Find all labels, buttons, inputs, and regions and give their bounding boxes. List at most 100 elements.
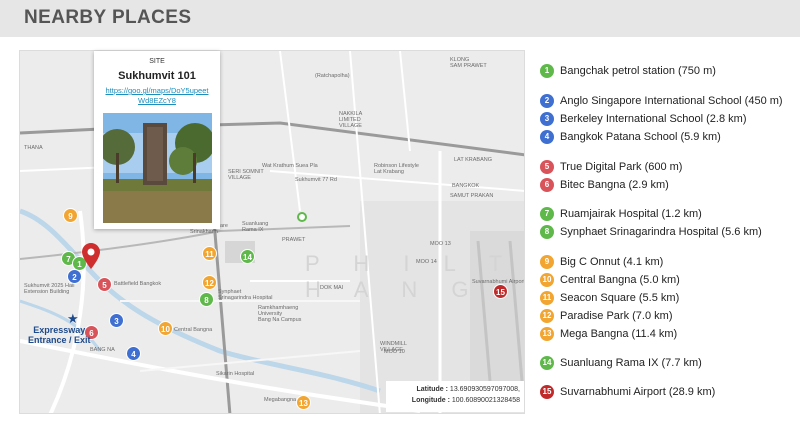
site-popup: SITE Sukhumvit 101 https://goo.gl/maps/D…: [94, 51, 220, 229]
map-marker-9[interactable]: 9: [63, 208, 78, 223]
map-marker-14[interactable]: 14: [240, 249, 255, 264]
map-label: MOO 13: [430, 241, 451, 247]
map-marker-10[interactable]: 10: [158, 321, 173, 336]
list-item[interactable]: 15 Suvarnabhumi Airport (28.9 km): [540, 385, 715, 399]
popup-map-link[interactable]: https://goo.gl/maps/DoY5upeetWd8EZcY8: [102, 86, 212, 106]
place-label: Berkeley International School (2.8 km): [560, 113, 747, 125]
coordinates-box: Latitude : 13.690930597097008, Longitude…: [386, 381, 524, 412]
latitude-row: Latitude : 13.690930597097008,: [390, 384, 520, 395]
map-label: THANA: [24, 145, 43, 151]
map-marker-11[interactable]: 11: [202, 246, 217, 261]
map-label: Megabangna: [264, 397, 297, 403]
place-number-badge: 14: [540, 356, 554, 370]
place-label: Bitec Bangna (2.9 km): [560, 179, 669, 191]
map-marker-4[interactable]: 4: [126, 346, 141, 361]
place-number-badge: 3: [540, 112, 554, 126]
place-number-badge: 10: [540, 273, 554, 287]
list-item[interactable]: 12 Paradise Park (7.0 km): [540, 309, 672, 323]
map-marker-8[interactable]: 8: [199, 292, 214, 307]
list-item[interactable]: 2 Anglo Singapore International School (…: [540, 94, 783, 108]
place-number-badge: 7: [540, 207, 554, 221]
place-number-badge: 13: [540, 327, 554, 341]
place-label: Mega Bangna (11.4 km): [560, 328, 678, 340]
site-photo: [103, 113, 212, 223]
map-label: Ramkhamhaeng University Bang Na Campus: [258, 305, 302, 323]
place-label: Paradise Park (7.0 km): [560, 310, 673, 322]
place-number-badge: 2: [540, 94, 554, 108]
list-item[interactable]: 9 Big C Onnut (4.1 km): [540, 255, 663, 269]
map-label: Robinson Lifestyle Lat Krabang: [374, 163, 419, 175]
list-item[interactable]: 8 Synphaet Srinagarindra Hospital (5.6 k…: [540, 225, 762, 239]
map-label: Sikarin Hospital: [216, 371, 255, 377]
place-number-badge: 9: [540, 255, 554, 269]
place-label: Suanluang Rama IX (7.7 km): [560, 357, 702, 369]
popup-site-label: SITE: [149, 58, 165, 65]
map-label: SERI SOMNIT VILLAGE: [228, 169, 264, 181]
map-marker-3[interactable]: 3: [109, 313, 124, 328]
map-label: MOO 14: [416, 259, 437, 265]
latitude-value: 13.690930597097008,: [449, 386, 520, 393]
map-watermark: P H I L T H A N G: [305, 251, 516, 302]
map-label: Central Bangna: [174, 327, 213, 333]
place-label: Ruamjairak Hospital (1.2 km): [560, 208, 702, 220]
longitude-row: Longitude : 100.60890021328458: [390, 395, 520, 406]
nearby-places-page: NEARBY PLACES P H I L T H A N G (Ratchap…: [0, 0, 800, 431]
map-label: LAT KRABANG: [454, 157, 493, 163]
map-label: KLONG SAM PRAWET: [450, 57, 487, 69]
list-item[interactable]: 10 Central Bangna (5.0 km): [540, 273, 680, 287]
list-item[interactable]: 6 Bitec Bangna (2.9 km): [540, 178, 669, 192]
place-label: Anglo Singapore International School (45…: [560, 95, 783, 107]
place-number-badge: 4: [540, 130, 554, 144]
place-label: Synphaet Srinagarindra Hospital (5.6 km): [560, 226, 762, 238]
map-marker-12[interactable]: 12: [202, 275, 217, 290]
expressway-label: Expressway Entrance / Exit: [28, 325, 91, 345]
place-number-badge: 12: [540, 309, 554, 323]
list-item[interactable]: 13 Mega Bangna (11.4 km): [540, 327, 677, 341]
list-item[interactable]: 7 Ruamjairak Hospital (1.2 km): [540, 207, 702, 221]
longitude-label: Longitude :: [411, 397, 450, 404]
map-label: SAMUT PRAKAN: [450, 193, 494, 199]
site-pin-icon[interactable]: [82, 243, 100, 269]
map-label: NAKKILA LIMITED VILLAGE: [339, 111, 363, 129]
map-marker-5[interactable]: 5: [97, 277, 112, 292]
place-number-badge: 8: [540, 225, 554, 239]
places-list: 1 Bangchak petrol station (750 m) 2 Angl…: [540, 0, 800, 431]
place-number-badge: 15: [540, 385, 554, 399]
map-label: (Ratchapolha): [315, 73, 350, 79]
map-label: Sukhumvit 2025 Hall Extension Building: [24, 283, 75, 295]
list-item[interactable]: 14 Suanluang Rama IX (7.7 km): [540, 356, 702, 370]
expressway-star-icon: ★: [67, 311, 79, 326]
list-item[interactable]: 5 True Digital Park (600 m): [540, 160, 682, 174]
place-number-badge: 5: [540, 160, 554, 174]
place-label: Big C Onnut (4.1 km): [560, 256, 664, 268]
place-number-badge: 11: [540, 291, 554, 305]
place-label: Central Bangna (5.0 km): [560, 274, 680, 286]
map-label: DOK MAI: [320, 285, 344, 291]
page-title: NEARBY PLACES: [24, 7, 192, 28]
map-label: Synphaet Srinagarindra Hospital: [218, 289, 273, 301]
list-item[interactable]: 3 Berkeley International School (2.8 km): [540, 112, 746, 126]
map-marker-13[interactable]: 13: [296, 395, 311, 410]
map-label: Wat Krathum Suea Pla: [262, 163, 318, 169]
list-item[interactable]: 4 Bangkok Patana School (5.9 km): [540, 130, 721, 144]
longitude-value: 100.60890021328458: [451, 397, 520, 404]
map-label: BANG NA: [90, 347, 115, 353]
place-label: Seacon Square (5.5 km): [560, 292, 680, 304]
list-item[interactable]: 11 Seacon Square (5.5 km): [540, 291, 679, 305]
list-item[interactable]: 1 Bangchak petrol station (750 m): [540, 64, 716, 78]
map-label: PRAWET: [282, 237, 306, 243]
map-label: Battlefield Bangkok: [114, 281, 162, 287]
place-label: True Digital Park (600 m): [560, 161, 683, 173]
place-label: Bangkok Patana School (5.9 km): [560, 131, 721, 143]
place-label: Bangchak petrol station (750 m): [560, 65, 716, 77]
map-label: Suanluang Rama IX: [242, 221, 269, 233]
map-marker-2[interactable]: 2: [67, 269, 82, 284]
place-label: Suvarnabhumi Airport (28.9 km): [560, 386, 716, 398]
popup-title: Sukhumvit 101: [118, 70, 196, 82]
place-number-badge: 6: [540, 178, 554, 192]
map-label: WINDMILL VILLAGE: [380, 341, 407, 353]
map-label: BANGKOK: [452, 183, 480, 189]
map-label: Sukhumvit 77 Rd: [295, 177, 337, 183]
map-marker-15[interactable]: 15: [493, 284, 508, 299]
latitude-label: Latitude :: [416, 386, 448, 393]
